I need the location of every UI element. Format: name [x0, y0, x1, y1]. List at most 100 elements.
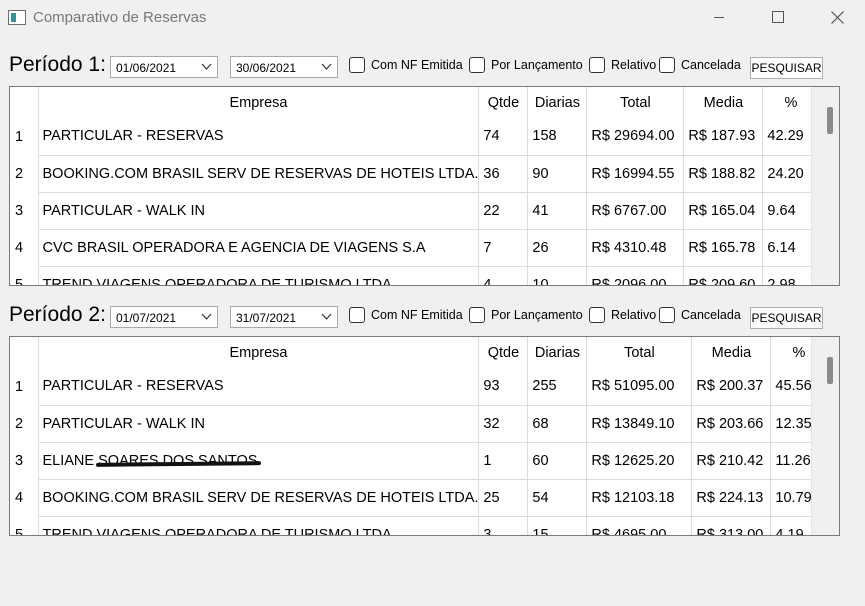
cell-total[interactable]: R$ 29694.00 — [586, 118, 685, 156]
cell-qtde[interactable]: 32 — [478, 405, 529, 443]
cell-media[interactable]: R$ 187.93 — [683, 118, 764, 156]
cell-media[interactable]: R$ 313.00 — [691, 516, 772, 535]
cell-diarias[interactable]: 26 — [527, 229, 588, 267]
cell-total[interactable]: R$ 12625.20 — [586, 442, 693, 480]
cell-media[interactable]: R$ 165.04 — [683, 192, 764, 230]
cell-media[interactable]: R$ 165.78 — [683, 229, 764, 267]
table-row[interactable]: 5 TREND VIAGENS OPERADORA DE TURISMO LTD… — [10, 516, 828, 535]
cell-qtde[interactable]: 7 — [478, 229, 529, 267]
scrollbar-thumb[interactable] — [827, 357, 833, 384]
cell-empresa[interactable]: PARTICULAR - RESERVAS — [38, 368, 480, 406]
column-header-total[interactable]: Total — [586, 337, 693, 368]
column-header-empresa[interactable]: Empresa — [38, 337, 480, 368]
periodo2-por-lancamento-checkbox[interactable]: Por Lançamento — [469, 306, 583, 324]
column-header-empresa[interactable]: Empresa — [38, 87, 480, 118]
periodo1-relativo-checkbox[interactable]: Relativo — [589, 56, 656, 74]
cell-media[interactable]: R$ 210.42 — [691, 442, 772, 480]
table-row[interactable]: 4 CVC BRASIL OPERADORA E AGENCIA DE VIAG… — [10, 229, 820, 267]
periodo2-grid[interactable]: Empresa Qtde Diarias Total Media % 1 PAR… — [9, 336, 840, 536]
periodo1-cancelada-checkbox[interactable]: Cancelada — [659, 56, 741, 74]
periodo2-vertical-scrollbar[interactable] — [811, 337, 839, 535]
cell-diarias[interactable]: 68 — [527, 405, 588, 443]
cell-empresa[interactable]: ELIANE SOARES DOS SANTOS — [38, 442, 480, 480]
checkbox-box — [659, 307, 675, 323]
cell-qtde[interactable]: 3 — [478, 516, 529, 535]
periodo2-label: Período 2: — [9, 303, 106, 326]
cell-empresa[interactable]: BOOKING.COM BRASIL SERV DE RESERVAS DE H… — [38, 155, 480, 193]
cell-media[interactable]: R$ 200.37 — [691, 368, 772, 406]
cell-media[interactable]: R$ 224.13 — [691, 479, 772, 517]
periodo2-search-button[interactable]: PESQUISAR — [750, 307, 823, 329]
table-row[interactable]: 3 PARTICULAR - WALK IN 22 41 R$ 6767.00 … — [10, 192, 820, 230]
cell-diarias[interactable]: 255 — [527, 368, 588, 406]
periodo1-date-from[interactable]: 01/06/2021 — [110, 56, 218, 78]
periodo2-relativo-checkbox[interactable]: Relativo — [589, 306, 656, 324]
cell-total[interactable]: R$ 13849.10 — [586, 405, 693, 443]
periodo1-com-nf-checkbox[interactable]: Com NF Emitida — [349, 56, 463, 74]
cell-diarias[interactable]: 54 — [527, 479, 588, 517]
cell-qtde[interactable]: 93 — [478, 368, 529, 406]
table-row[interactable]: 4 BOOKING.COM BRASIL SERV DE RESERVAS DE… — [10, 479, 828, 517]
checkbox-label: Com NF Emitida — [371, 308, 463, 322]
table-row[interactable]: 3 ELIANE SOARES DOS SANTOS 1 60 R$ 12625… — [10, 442, 828, 480]
cell-qtde[interactable]: 4 — [478, 266, 529, 285]
cell-qtde[interactable]: 22 — [478, 192, 529, 230]
table-row[interactable]: 1 PARTICULAR - RESERVAS 93 255 R$ 51095.… — [10, 368, 828, 406]
cell-media[interactable]: R$ 188.82 — [683, 155, 764, 193]
column-header-qtde[interactable]: Qtde — [478, 87, 529, 118]
cell-qtde[interactable]: 25 — [478, 479, 529, 517]
checkbox-label: Com NF Emitida — [371, 58, 463, 72]
table-row[interactable]: 1 PARTICULAR - RESERVAS 74 158 R$ 29694.… — [10, 118, 820, 156]
table-row[interactable]: 5 TREND VIAGENS OPERADORA DE TURISMO LTD… — [10, 266, 820, 285]
table-row[interactable]: 2 BOOKING.COM BRASIL SERV DE RESERVAS DE… — [10, 155, 820, 193]
cell-empresa[interactable]: BOOKING.COM BRASIL SERV DE RESERVAS DE H… — [38, 479, 480, 517]
column-header-diarias[interactable]: Diarias — [527, 87, 588, 118]
cell-empresa[interactable]: CVC BRASIL OPERADORA E AGENCIA DE VIAGEN… — [38, 229, 480, 267]
close-button[interactable] — [814, 0, 860, 34]
table-row[interactable]: 2 PARTICULAR - WALK IN 32 68 R$ 13849.10… — [10, 405, 828, 443]
periodo1-por-lancamento-checkbox[interactable]: Por Lançamento — [469, 56, 583, 74]
column-header-qtde[interactable]: Qtde — [478, 337, 529, 368]
column-header-media[interactable]: Media — [683, 87, 764, 118]
cell-total[interactable]: R$ 6767.00 — [586, 192, 685, 230]
periodo2-date-from[interactable]: 01/07/2021 — [110, 306, 218, 328]
cell-empresa[interactable]: PARTICULAR - WALK IN — [38, 405, 480, 443]
cell-qtde[interactable]: 1 — [478, 442, 529, 480]
periodo1-search-button[interactable]: PESQUISAR — [750, 57, 823, 79]
cell-qtde[interactable]: 36 — [478, 155, 529, 193]
cell-empresa[interactable]: TREND VIAGENS OPERADORA DE TURISMO LTDA — [38, 266, 480, 285]
cell-empresa[interactable]: PARTICULAR - RESERVAS — [38, 118, 480, 156]
column-header-diarias[interactable]: Diarias — [527, 337, 588, 368]
cell-diarias[interactable]: 60 — [527, 442, 588, 480]
scrollbar-thumb[interactable] — [827, 107, 833, 134]
cell-empresa[interactable]: TREND VIAGENS OPERADORA DE TURISMO LTDA — [38, 516, 480, 535]
periodo2-com-nf-checkbox[interactable]: Com NF Emitida — [349, 306, 463, 324]
cell-diarias[interactable]: 15 — [527, 516, 588, 535]
cell-total[interactable]: R$ 51095.00 — [586, 368, 693, 406]
cell-empresa[interactable]: PARTICULAR - WALK IN — [38, 192, 480, 230]
periodo1-date-to[interactable]: 30/06/2021 — [230, 56, 338, 78]
checkbox-box — [659, 57, 675, 73]
column-header-media[interactable]: Media — [691, 337, 772, 368]
minimize-button[interactable] — [696, 0, 742, 34]
cell-total[interactable]: R$ 12103.18 — [586, 479, 693, 517]
checkbox-label: Por Lançamento — [491, 58, 583, 72]
column-header-total[interactable]: Total — [586, 87, 685, 118]
cell-qtde[interactable]: 74 — [478, 118, 529, 156]
cell-total[interactable]: R$ 4695.00 — [586, 516, 693, 535]
cell-media[interactable]: R$ 209.60 — [683, 266, 764, 285]
periodo2-date-to[interactable]: 31/07/2021 — [230, 306, 338, 328]
cell-total[interactable]: R$ 4310.48 — [586, 229, 685, 267]
cell-media[interactable]: R$ 203.66 — [691, 405, 772, 443]
periodo1-date-to-value: 30/06/2021 — [236, 61, 297, 75]
periodo1-vertical-scrollbar[interactable] — [811, 87, 839, 285]
cell-diarias[interactable]: 90 — [527, 155, 588, 193]
periodo2-cancelada-checkbox[interactable]: Cancelada — [659, 306, 741, 324]
cell-diarias[interactable]: 10 — [527, 266, 588, 285]
cell-diarias[interactable]: 41 — [527, 192, 588, 230]
cell-diarias[interactable]: 158 — [527, 118, 588, 156]
cell-total[interactable]: R$ 16994.55 — [586, 155, 685, 193]
maximize-button[interactable] — [755, 0, 801, 34]
periodo1-grid[interactable]: Empresa Qtde Diarias Total Media % 1 PAR… — [9, 86, 840, 286]
cell-total[interactable]: R$ 2096.00 — [586, 266, 685, 285]
